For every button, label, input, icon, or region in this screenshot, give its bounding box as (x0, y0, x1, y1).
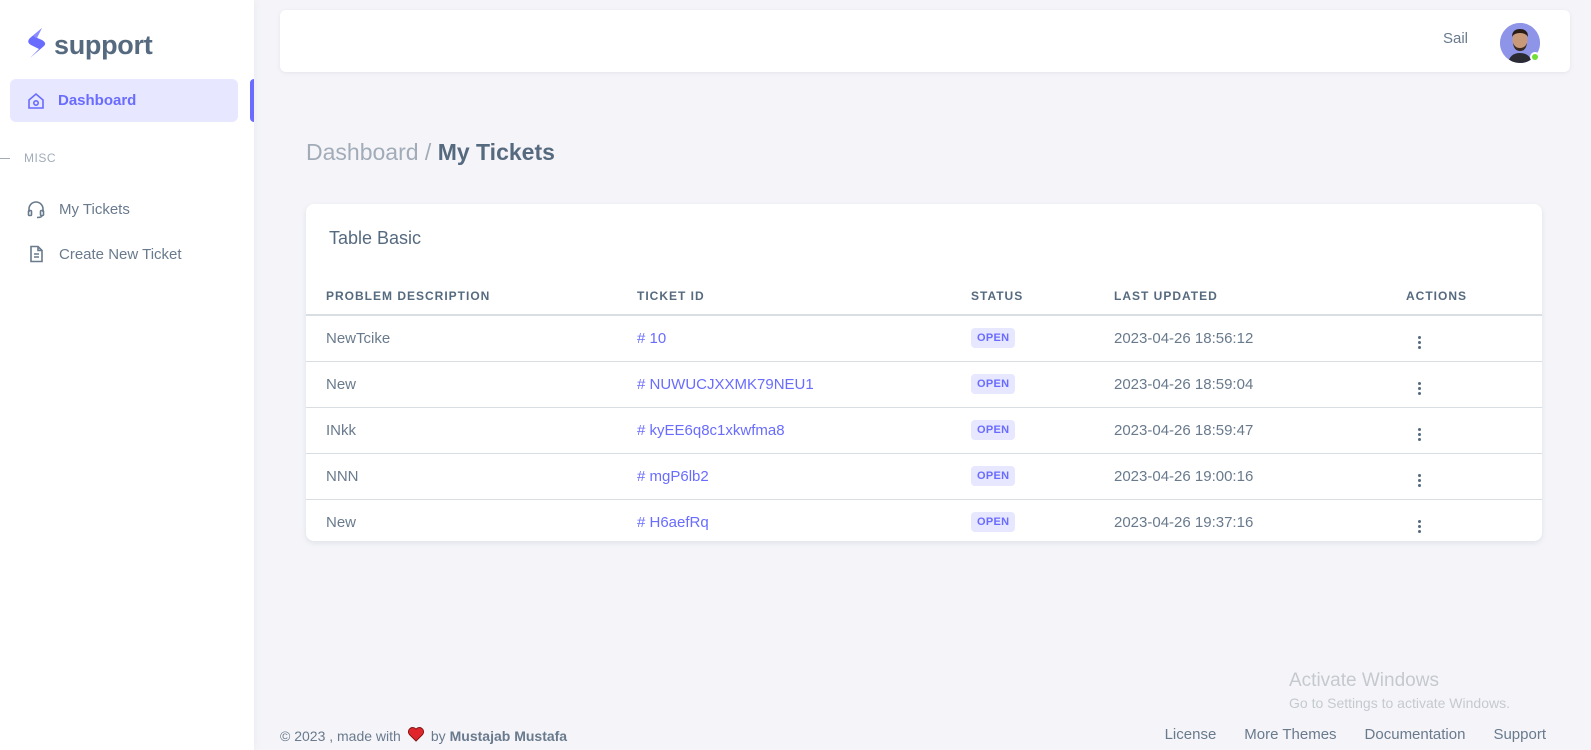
more-actions-icon[interactable] (1414, 426, 1425, 443)
ticket-id-link[interactable]: # kyEE6q8c1xkwfma8 (637, 422, 785, 439)
sidebar-item-label: Dashboard (58, 92, 137, 109)
more-actions-icon[interactable] (1414, 334, 1425, 351)
active-indicator (250, 79, 254, 122)
heart-icon (405, 726, 427, 745)
last-updated: 2023-04-26 18:59:04 (1114, 361, 1406, 408)
table-header-row: PROBLEM DESCRIPTION TICKET ID STATUS LAS… (306, 277, 1542, 316)
status-badge: OPEN (971, 328, 1016, 349)
column-header: STATUS (971, 277, 1114, 316)
user-name: Sail (1442, 30, 1468, 47)
brand-logo-icon (24, 26, 48, 65)
status-badge: OPEN (971, 374, 1016, 394)
footer-copyright: © 2023 , made with by Mustajab Mustafa (280, 726, 567, 745)
menu-section-header: MISC (0, 151, 56, 165)
brand-name: support (54, 30, 153, 60)
brand[interactable]: support (24, 26, 153, 65)
column-header: ACTIONS (1406, 277, 1542, 316)
problem-description: New (326, 513, 357, 531)
last-updated: 2023-04-26 19:00:16 (1114, 453, 1406, 500)
footer-prefix: © 2023 , made with (280, 727, 401, 744)
divider (0, 157, 10, 159)
footer-link-documentation[interactable]: Documentation (1365, 726, 1466, 743)
footer-links: License More Themes Documentation Suppor… (1165, 726, 1546, 743)
ticket-id-link[interactable]: # H6aefRq (637, 514, 709, 531)
last-updated: 2023-04-26 18:56:12 (1114, 315, 1406, 362)
breadcrumb-separator: / (418, 139, 438, 165)
sidebar-item-label: My Tickets (59, 200, 130, 218)
more-actions-icon[interactable] (1414, 472, 1425, 489)
breadcrumb-parent[interactable]: Dashboard (306, 139, 419, 165)
section-header-label: MISC (24, 151, 56, 165)
table-row: NewTcike # 10 OPEN 2023-04-26 18:56:12 (306, 315, 1542, 362)
top-navbar: Sail (280, 10, 1570, 72)
breadcrumb: Dashboard / My Tickets (306, 139, 555, 166)
footer-link-support[interactable]: Support (1493, 726, 1546, 743)
footer-by: by (430, 727, 446, 744)
column-header: TICKET ID (637, 277, 971, 316)
headphones-icon (26, 199, 46, 219)
problem-description: INkk (306, 407, 637, 454)
ticket-id-link[interactable]: # 10 (637, 330, 666, 347)
last-updated: 2023-04-26 19:37:16 (1114, 513, 1254, 531)
status-badge: OPEN (971, 512, 1016, 533)
table-row: INkk # kyEE6q8c1xkwfma8 OPEN 2023-04-26 … (306, 407, 1542, 454)
column-header: LAST UPDATED (1114, 277, 1406, 316)
sidebar-item-create-new-ticket[interactable]: Create New Ticket (26, 244, 182, 264)
home-icon (26, 91, 46, 111)
ticket-id-link[interactable]: # NUWUCJXXMK79NEU1 (637, 376, 814, 393)
sidebar-item-my-tickets[interactable]: My Tickets (26, 199, 130, 219)
user-avatar[interactable] (1500, 23, 1540, 63)
sidebar-item-label: Create New Ticket (59, 245, 182, 263)
table-row: NNN # mgP6lb2 OPEN 2023-04-26 19:00:16 (306, 453, 1542, 500)
tickets-table: PROBLEM DESCRIPTION TICKET ID STATUS LAS… (306, 277, 1542, 545)
problem-description: NewTcike (306, 315, 637, 362)
table-row: New # NUWUCJXXMK79NEU1 OPEN 2023-04-26 1… (306, 361, 1542, 408)
online-status-badge (1530, 52, 1540, 62)
activate-windows-subtitle: Go to Settings to activate Windows. (1289, 695, 1510, 711)
more-actions-icon[interactable] (1414, 518, 1425, 535)
file-icon (26, 244, 46, 264)
sidebar-item-dashboard[interactable]: Dashboard (10, 79, 238, 122)
status-badge: OPEN (971, 420, 1016, 440)
more-actions-icon[interactable] (1414, 380, 1425, 397)
ticket-id-link[interactable]: # mgP6lb2 (637, 468, 709, 485)
sidebar: support Dashboard MISC My Tickets Create… (0, 0, 254, 750)
activate-windows-title: Activate Windows (1289, 670, 1439, 691)
footer-link-more-themes[interactable]: More Themes (1244, 726, 1336, 743)
card-title: Table Basic (329, 228, 422, 248)
footer-author[interactable]: Mustajab Mustafa (450, 728, 567, 744)
status-badge: OPEN (971, 466, 1016, 486)
problem-description: New (306, 361, 637, 408)
tickets-card: Table Basic PROBLEM DESCRIPTION TICKET I… (306, 204, 1542, 541)
breadcrumb-current: My Tickets (437, 139, 555, 165)
problem-description: NNN (306, 453, 637, 500)
footer-link-license[interactable]: License (1165, 726, 1217, 743)
column-header: PROBLEM DESCRIPTION (306, 277, 637, 316)
table-row: New # H6aefRq OPEN 2023-04-26 19:37:16 (306, 499, 1542, 545)
last-updated: 2023-04-26 18:59:47 (1114, 407, 1406, 454)
